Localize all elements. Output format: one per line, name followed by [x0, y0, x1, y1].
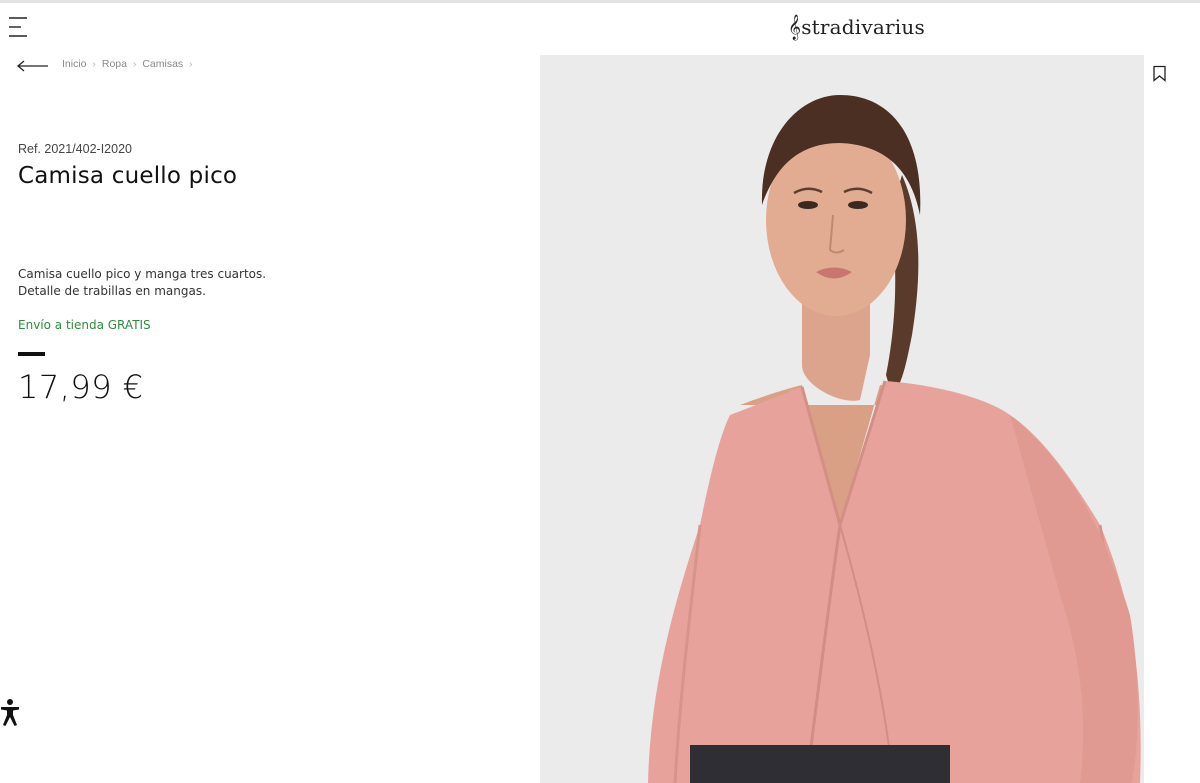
top-border	[0, 0, 1200, 3]
price-divider	[18, 352, 45, 356]
breadcrumb-separator: ›	[189, 58, 193, 70]
product-price: 17,99 €	[18, 368, 144, 406]
arrow-left-icon[interactable]	[16, 58, 50, 72]
accessibility-icon[interactable]	[0, 696, 22, 728]
product-title: Camisa cuello pico	[18, 163, 238, 189]
bookmark-icon[interactable]	[1152, 65, 1167, 82]
breadcrumb-separator: ›	[92, 58, 96, 70]
hamburger-menu-icon[interactable]	[8, 16, 28, 38]
product-description: Camisa cuello pico y manga tres cuartos.…	[18, 266, 318, 300]
breadcrumb-separator: ›	[132, 58, 137, 70]
description-line: Camisa cuello pico y manga tres cuartos.	[18, 267, 267, 281]
product-reference: Ref. 2021/402-I2020	[18, 142, 132, 156]
breadcrumb-item-camisas[interactable]: Camisas	[142, 58, 183, 70]
product-image[interactable]	[540, 55, 1144, 783]
treble-clef-logo-mark: 𝄞	[788, 14, 802, 40]
description-line: Detalle de trabillas en mangas.	[18, 284, 206, 298]
brand-logo[interactable]: 𝄞 stradivarius	[788, 12, 925, 42]
breadcrumb: Inicio › Ropa › Camisas ›	[62, 58, 193, 70]
brand-name: stradivarius	[801, 15, 925, 39]
shipping-info: Envío a tienda GRATIS	[18, 318, 151, 332]
breadcrumb-item-ropa[interactable]: Ropa	[102, 58, 127, 70]
breadcrumb-item-inicio[interactable]: Inicio	[62, 58, 87, 70]
